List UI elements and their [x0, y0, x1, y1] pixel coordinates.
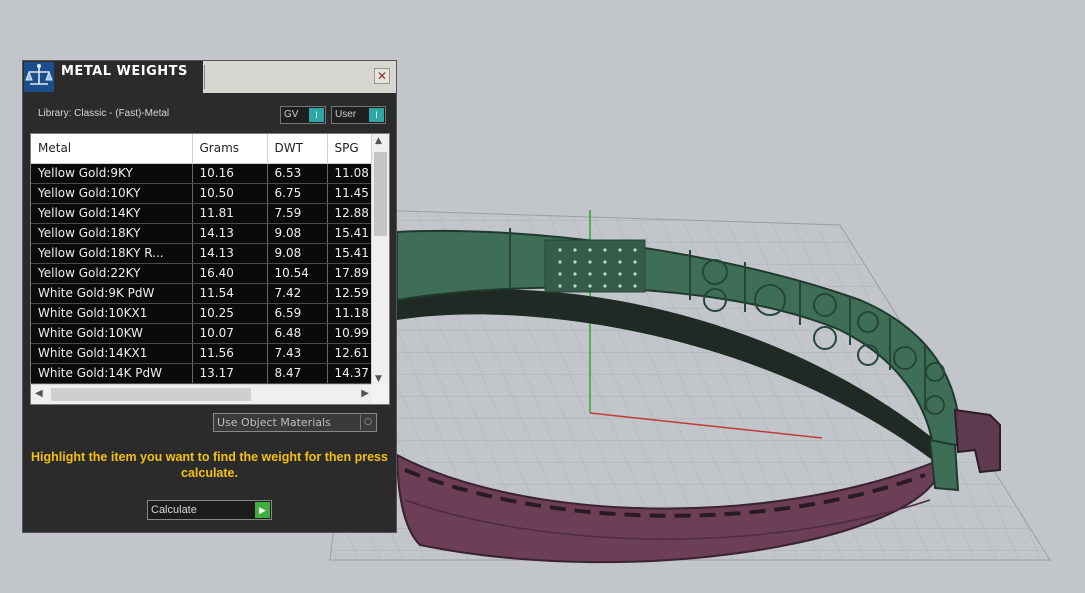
table-row[interactable]: Yellow Gold:18KY 14.13 9.08 15.41 [31, 223, 372, 244]
table-row[interactable]: White Gold:10KW 10.07 6.48 10.99 [31, 323, 372, 344]
close-icon: ✕ [376, 69, 388, 83]
spg-cell[interactable]: 14.37 [327, 363, 372, 384]
scroll-up-icon[interactable]: ▲ [375, 136, 382, 146]
metal-cell[interactable]: White Gold:14K PdW [31, 363, 193, 384]
dwt-cell[interactable]: 7.42 [267, 283, 328, 304]
spg-cell[interactable]: 11.45 [327, 183, 372, 204]
grams-cell[interactable]: 11.81 [192, 203, 268, 224]
dwt-cell[interactable]: 6.59 [267, 303, 328, 324]
grams-cell[interactable]: 10.50 [192, 183, 268, 204]
dwt-cell[interactable]: 6.48 [267, 323, 328, 344]
table-row[interactable]: White Gold:14KX1 11.56 7.43 12.61 [31, 343, 372, 364]
metal-cell[interactable]: Yellow Gold:10KY [31, 183, 193, 204]
metal-cell[interactable]: Yellow Gold:22KY [31, 263, 193, 284]
metal-cell[interactable]: Yellow Gold:18KY [31, 223, 193, 244]
scroll-left-icon[interactable]: ◀ [35, 388, 43, 399]
dwt-cell[interactable]: 10.54 [267, 263, 328, 284]
spg-cell[interactable]: 11.18 [327, 303, 372, 324]
calculate-button[interactable]: Calculate ▶ [147, 500, 272, 520]
toggle-on-icon: I [309, 108, 324, 122]
column-header-spg[interactable]: SPG [327, 134, 372, 164]
metal-cell[interactable]: Yellow Gold:9KY [31, 163, 193, 184]
spg-cell[interactable]: 15.41 [327, 243, 372, 264]
close-button[interactable]: ✕ [374, 68, 390, 84]
dropdown-icon: ○ [360, 415, 375, 430]
calculate-label: Calculate [151, 504, 197, 516]
object-materials-dropdown[interactable]: Use Object Materials ○ [213, 413, 377, 432]
metal-cell[interactable]: Yellow Gold:14KY [31, 203, 193, 224]
column-header-metal[interactable]: Metal [31, 134, 193, 164]
panel-titlebar[interactable]: METAL WEIGHTS ✕ [23, 61, 396, 93]
spg-cell[interactable]: 10.99 [327, 323, 372, 344]
scroll-down-icon[interactable]: ▼ [375, 374, 382, 384]
scroll-corner [371, 384, 389, 404]
grams-cell[interactable]: 16.40 [192, 263, 268, 284]
table-row[interactable]: Yellow Gold:22KY 16.40 10.54 17.89 [31, 263, 372, 284]
table-row[interactable]: White Gold:14K PdW 13.17 8.47 14.37 [31, 363, 372, 384]
scale-app-icon [24, 62, 54, 92]
user-toggle[interactable]: User I [331, 106, 386, 124]
vertical-scrollbar[interactable]: ▲ ▼ [371, 134, 389, 386]
gv-toggle[interactable]: GV I [280, 106, 326, 124]
toggle-on-icon: I [369, 108, 384, 122]
grams-cell[interactable]: 10.25 [192, 303, 268, 324]
table-row[interactable]: White Gold:10KX1 10.25 6.59 11.18 [31, 303, 372, 324]
dwt-cell[interactable]: 7.43 [267, 343, 328, 364]
spg-cell[interactable]: 12.88 [327, 203, 372, 224]
grams-cell[interactable]: 14.13 [192, 243, 268, 264]
metal-cell[interactable]: White Gold:14KX1 [31, 343, 193, 364]
table-row[interactable]: Yellow Gold:14KY 11.81 7.59 12.88 [31, 203, 372, 224]
scroll-right-icon[interactable]: ▶ [361, 388, 369, 399]
grams-cell[interactable]: 14.13 [192, 223, 268, 244]
dwt-cell[interactable]: 9.08 [267, 223, 328, 244]
horizontal-scroll-thumb[interactable] [51, 388, 251, 401]
dwt-cell[interactable]: 7.59 [267, 203, 328, 224]
table-row[interactable]: White Gold:9K PdW 11.54 7.42 12.59 [31, 283, 372, 304]
dwt-cell[interactable]: 6.75 [267, 183, 328, 204]
spg-cell[interactable]: 12.61 [327, 343, 372, 364]
spg-cell[interactable]: 12.59 [327, 283, 372, 304]
grams-cell[interactable]: 11.56 [192, 343, 268, 364]
metal-table-container: Metal Grams DWT SPG Yellow Gold:9KY 10.16… [30, 133, 390, 405]
instruction-text: Highlight the item you want to find the … [31, 450, 388, 480]
gv-toggle-label: GV [284, 109, 299, 120]
dwt-cell[interactable]: 9.08 [267, 243, 328, 264]
vertical-scroll-thumb[interactable] [374, 152, 387, 236]
spg-cell[interactable]: 15.41 [327, 223, 372, 244]
metal-cell[interactable]: White Gold:9K PdW [31, 283, 193, 304]
horizontal-scrollbar[interactable]: ◀ ▶ [31, 384, 373, 404]
grams-cell[interactable]: 13.17 [192, 363, 268, 384]
grams-cell[interactable]: 11.54 [192, 283, 268, 304]
column-header-grams[interactable]: Grams [192, 134, 268, 164]
grams-cell[interactable]: 10.16 [192, 163, 268, 184]
metal-table: Metal Grams DWT SPG Yellow Gold:9KY 10.16… [31, 134, 372, 384]
panel-title: METAL WEIGHTS [61, 64, 188, 79]
library-label: Library: Classic - (Fast)-Metal [38, 108, 170, 119]
dwt-cell[interactable]: 8.47 [267, 363, 328, 384]
play-icon: ▶ [255, 502, 270, 518]
metal-cell[interactable]: White Gold:10KW [31, 323, 193, 344]
spg-cell[interactable]: 11.08 [327, 163, 372, 184]
dwt-cell[interactable]: 6.53 [267, 163, 328, 184]
table-row[interactable]: Yellow Gold:10KY 10.50 6.75 11.45 [31, 183, 372, 204]
table-header-row: Metal Grams DWT SPG [31, 134, 372, 164]
table-row[interactable]: Yellow Gold:18KY R... 14.13 9.08 15.41 [31, 243, 372, 264]
user-toggle-label: User [335, 109, 357, 120]
table-row[interactable]: Yellow Gold:9KY 10.16 6.53 11.08 [31, 163, 372, 184]
metal-weights-panel: METAL WEIGHTS ✕ Library: Classic - (Fast… [22, 60, 397, 533]
spg-cell[interactable]: 17.89 [327, 263, 372, 284]
titlebar-divider [204, 65, 205, 89]
grams-cell[interactable]: 10.07 [192, 323, 268, 344]
metal-cell[interactable]: Yellow Gold:18KY R... [31, 243, 193, 264]
metal-cell[interactable]: White Gold:10KX1 [31, 303, 193, 324]
object-materials-value: Use Object Materials [217, 416, 331, 429]
column-header-dwt[interactable]: DWT [267, 134, 328, 164]
